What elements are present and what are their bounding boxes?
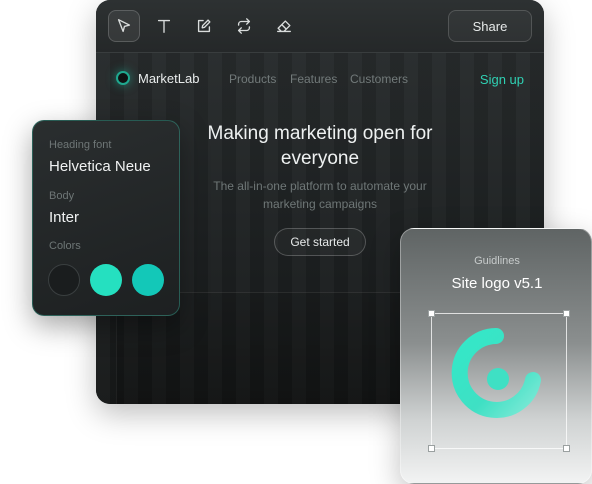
site-navbar: MarketLab Products Features Customers Si… <box>96 53 544 105</box>
nav-link-customers[interactable]: Customers <box>350 72 408 86</box>
color-swatch-mint[interactable] <box>90 264 122 296</box>
body-font-label: Body <box>49 190 75 202</box>
heading-font-value[interactable]: Helvetica Neue <box>49 158 151 175</box>
resize-handle-bottom-right[interactable] <box>563 445 570 452</box>
resize-handle-top-right[interactable] <box>563 310 570 317</box>
style-panel: Heading font Helvetica Neue Body Inter C… <box>32 120 180 316</box>
nav-link-features[interactable]: Features <box>290 72 337 86</box>
signup-link[interactable]: Sign up <box>480 72 524 87</box>
resize-handle-bottom-left[interactable] <box>428 445 435 452</box>
guidelines-card: Guidlines Site logo v5.1 <box>400 228 592 484</box>
share-button[interactable]: Share <box>448 10 532 42</box>
hero-title: Making marketing open for everyone <box>207 123 433 169</box>
brand-logo-icon <box>116 71 130 85</box>
select-icon <box>117 19 131 33</box>
brand-name[interactable]: MarketLab <box>138 71 199 86</box>
text-tool-button[interactable] <box>148 10 180 42</box>
color-swatch-teal[interactable] <box>132 264 164 296</box>
color-swatch-dark[interactable] <box>48 264 80 296</box>
heading-font-label: Heading font <box>49 139 112 151</box>
body-font-value[interactable]: Inter <box>49 209 79 226</box>
nav-link-products[interactable]: Products <box>229 72 276 86</box>
site-logo-icon <box>451 328 541 418</box>
text-icon <box>157 19 171 33</box>
repeat-tool-button[interactable] <box>228 10 260 42</box>
select-tool-button[interactable] <box>108 10 140 42</box>
get-started-button[interactable]: Get started <box>274 228 366 256</box>
guidelines-label: Guidlines <box>474 255 520 267</box>
edit-tool-button[interactable] <box>188 10 220 42</box>
eraser-icon <box>277 20 291 33</box>
resize-handle-top-left[interactable] <box>428 310 435 317</box>
hero-subtitle: The all-in-one platform to automate your… <box>213 179 427 211</box>
guidelines-title: Site logo v5.1 <box>451 275 543 292</box>
toolbar: Share <box>96 0 544 53</box>
eraser-tool-button[interactable] <box>268 10 300 42</box>
colors-label: Colors <box>49 240 81 252</box>
repeat-icon <box>237 18 251 34</box>
edit-icon <box>197 19 211 33</box>
